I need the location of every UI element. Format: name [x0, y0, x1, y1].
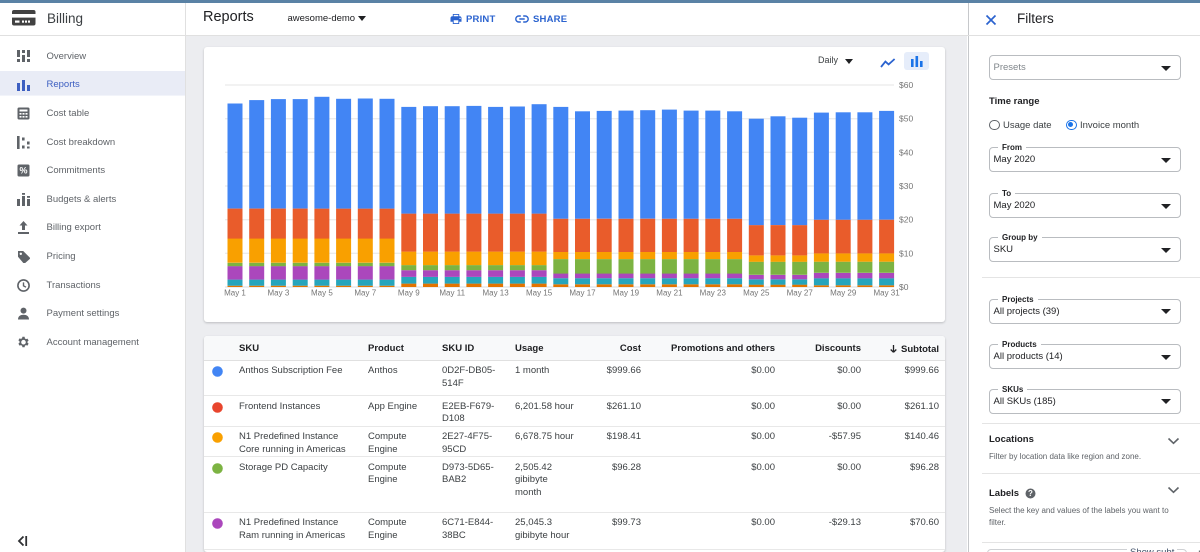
- svg-text:May 23: May 23: [700, 289, 727, 298]
- svg-text:May 25: May 25: [743, 289, 770, 298]
- svg-text:May 7: May 7: [354, 289, 376, 298]
- svg-text:$0: $0: [899, 282, 909, 292]
- svg-text:May 3: May 3: [268, 289, 290, 298]
- svg-text:$10: $10: [899, 248, 913, 258]
- svg-text:May 17: May 17: [569, 289, 596, 298]
- svg-text:May 1: May 1: [224, 289, 246, 298]
- svg-text:May 31: May 31: [873, 289, 900, 298]
- svg-text:May 11: May 11: [439, 289, 465, 298]
- svg-text:$30: $30: [899, 181, 913, 191]
- svg-text:$40: $40: [899, 147, 913, 157]
- svg-text:May 15: May 15: [526, 289, 553, 298]
- svg-text:May 13: May 13: [482, 289, 509, 298]
- svg-text:?: ?: [1028, 489, 1033, 498]
- svg-text:May 9: May 9: [398, 289, 420, 298]
- svg-text:May 27: May 27: [787, 289, 814, 298]
- svg-text:May 29: May 29: [830, 289, 857, 298]
- svg-text:May 21: May 21: [656, 289, 683, 298]
- svg-text:May 19: May 19: [613, 289, 640, 298]
- svg-text:$50: $50: [899, 114, 913, 124]
- svg-text:%: %: [19, 166, 27, 176]
- svg-text:May 5: May 5: [311, 289, 333, 298]
- svg-text:$60: $60: [899, 80, 913, 90]
- svg-text:$20: $20: [899, 215, 913, 225]
